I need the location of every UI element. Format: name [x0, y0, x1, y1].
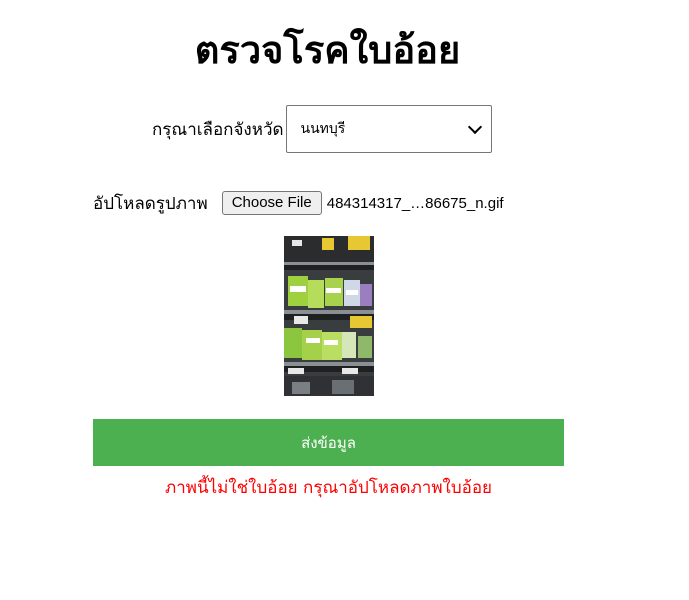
- error-message: ภาพนี้ไม่ใช่ใบอ้อย กรุณาอัปโหลดภาพใบอ้อย: [164, 478, 493, 498]
- page: ตรวจโรคใบอ้อย กรุณาเลือกจังหวัด นนทบุรี …: [0, 0, 689, 600]
- upload-row: อัปโหลดรูปภาพ Choose File 484314317_…866…: [93, 190, 504, 216]
- uploaded-image-preview: [284, 236, 374, 396]
- province-label: กรุณาเลือกจังหวัด: [152, 119, 284, 140]
- province-select[interactable]: นนทบุรี: [285, 105, 492, 153]
- upload-label: อัปโหลดรูปภาพ: [93, 193, 208, 214]
- selected-file-name: 484314317_…86675_n.gif: [326, 194, 504, 212]
- page-title: ตรวจโรคใบอ้อย: [194, 28, 461, 72]
- chevron-down-icon: [467, 119, 482, 134]
- choose-file-button[interactable]: Choose File: [221, 191, 322, 215]
- province-row: กรุณาเลือกจังหวัด นนทบุรี: [152, 105, 492, 153]
- province-select-value: นนทบุรี: [300, 121, 346, 137]
- submit-button[interactable]: ส่งข้อมูล: [93, 419, 564, 466]
